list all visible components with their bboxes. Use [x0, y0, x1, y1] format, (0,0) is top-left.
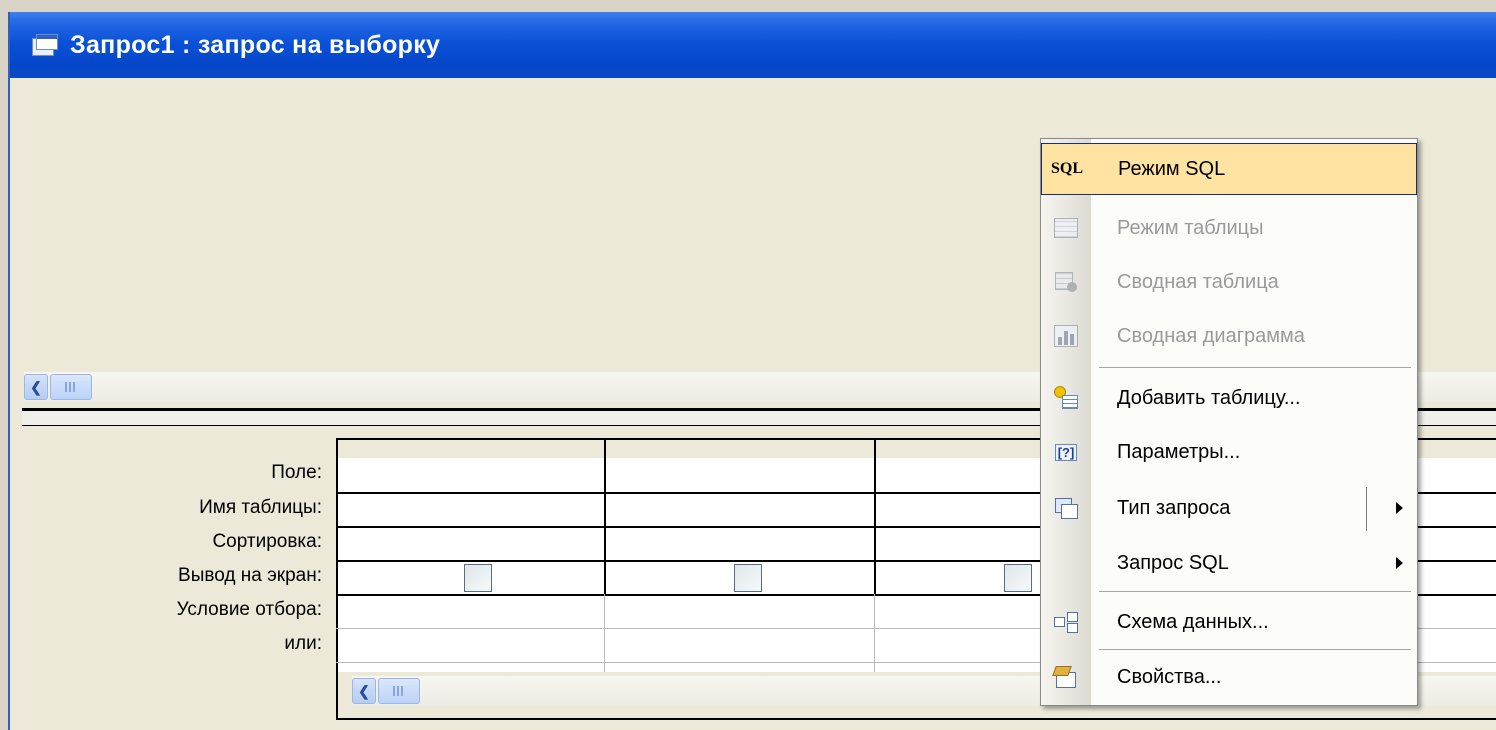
properties-icon [1041, 666, 1091, 688]
window-title: Запрос1 : запрос на выборку [70, 30, 441, 59]
pivot-chart-icon [1041, 325, 1091, 347]
query-type-icon [1041, 498, 1091, 519]
scroll-thumb[interactable] [378, 678, 420, 704]
grid-column-divider [604, 438, 606, 594]
show-checkbox[interactable] [1004, 564, 1032, 592]
relationships-icon [1041, 612, 1091, 633]
menu-item-datasheet-view[interactable]: Режим таблицы [1041, 201, 1417, 255]
row-label-criteria: Условие отбора: [176, 599, 322, 620]
datasheet-icon [1041, 218, 1091, 238]
scroll-thumb[interactable] [50, 374, 92, 400]
menu-item-sql-query[interactable]: Запрос SQL [1041, 537, 1417, 589]
menu-item-pivot-chart[interactable]: Сводная диаграмма [1041, 309, 1417, 363]
menu-item-pivot-table[interactable]: Сводная таблица [1041, 255, 1417, 309]
menu-item-query-type[interactable]: Тип запроса [1041, 479, 1417, 537]
row-label-table: Имя таблицы: [199, 497, 322, 518]
query-window-icon [32, 34, 58, 56]
menu-item-properties[interactable]: Свойства... [1041, 651, 1417, 703]
pivot-table-icon [1041, 272, 1091, 292]
grid-column-divider [874, 438, 876, 594]
row-label-sort: Сортировка: [212, 531, 322, 552]
row-label-show: Вывод на экран: [178, 565, 322, 586]
menu-separator [1099, 367, 1411, 368]
menu-separator [1099, 649, 1411, 650]
submenu-arrow-icon [1396, 502, 1403, 514]
parameters-icon: [?] [1041, 443, 1091, 461]
scroll-left-icon[interactable]: ❮ [352, 678, 376, 704]
title-bar[interactable]: Запрос1 : запрос на выборку [10, 12, 1496, 78]
submenu-arrow-icon [1396, 557, 1403, 569]
scroll-left-icon[interactable]: ❮ [24, 374, 48, 400]
menu-item-relationships[interactable]: Схема данных... [1041, 595, 1417, 649]
show-checkbox[interactable] [734, 564, 762, 592]
menu-item-add-table[interactable]: Добавить таблицу... [1041, 371, 1417, 425]
context-menu: SQL Режим SQL Режим таблицы Сводная табл… [1040, 138, 1418, 706]
menu-separator [1099, 591, 1411, 592]
show-checkbox[interactable] [464, 564, 492, 592]
submenu-separator [1366, 487, 1367, 531]
add-table-icon [1041, 386, 1091, 410]
row-label-or: или: [284, 633, 322, 654]
row-label-field: Поле: [271, 462, 322, 483]
menu-item-parameters[interactable]: [?] Параметры... [1041, 425, 1417, 479]
menu-item-sql-view[interactable]: SQL Режим SQL [1041, 143, 1417, 195]
sql-icon: SQL [1050, 160, 1083, 177]
